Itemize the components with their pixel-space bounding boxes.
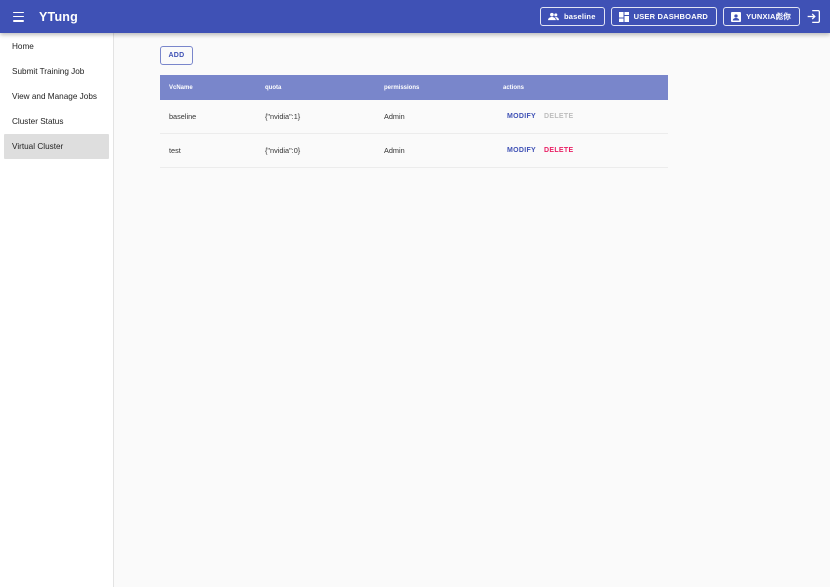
add-button[interactable]: ADD [160,46,193,65]
cell-permissions: Admin [384,112,405,121]
column-header-actions: actions [503,84,525,91]
column-header-vcname: VcName [169,84,193,91]
table-row: test {"nvidia":0} Admin MODIFY DELETE [160,134,668,168]
column-header-quota: quota [265,84,282,91]
sidebar-item-cluster-status[interactable]: Cluster Status [4,109,109,134]
user-account-button[interactable]: YUNXIA彪你 [723,7,800,26]
logout-icon[interactable] [807,9,821,24]
sidebar: Home Submit Training Job View and Manage… [0,33,114,587]
modify-button[interactable]: MODIFY [507,147,536,154]
cell-actions: MODIFY DELETE [503,113,668,120]
dashboard-icon [618,11,629,22]
table-header: VcName quota permissions actions [160,75,668,100]
app-bar-actions: baseline USER DASHBOARD YUNXIA彪你 [534,7,821,26]
cell-quota: {"nvidia":1} [265,112,301,121]
app-bar: YTung baseline USER DASHBOARD YUNXIA彪你 [0,0,830,33]
user-dashboard-button[interactable]: USER DASHBOARD [610,7,718,26]
sidebar-item-view-and-manage-jobs[interactable]: View and Manage Jobs [4,84,109,109]
sidebar-item-virtual-cluster[interactable]: Virtual Cluster [4,134,109,159]
team-button-label: baseline [563,12,596,21]
cell-quota: {"nvidia":0} [265,146,301,155]
team-button[interactable]: baseline [539,7,605,26]
delete-button[interactable]: DELETE [544,147,573,154]
modify-button[interactable]: MODIFY [507,113,536,120]
app-title: YTung [39,9,78,24]
virtual-cluster-table: VcName quota permissions actions baselin… [160,75,668,168]
sidebar-item-home[interactable]: Home [4,34,109,59]
sidebar-item-submit-training-job[interactable]: Submit Training Job [4,59,109,84]
cell-permissions: Admin [384,146,405,155]
main-content: ADD VcName quota permissions actions bas… [160,46,668,168]
table-row: baseline {"nvidia":1} Admin MODIFY DELET… [160,100,668,134]
delete-button-disabled: DELETE [544,113,574,120]
column-header-permissions: permissions [384,84,420,91]
cell-vcname: baseline [169,112,197,121]
menu-icon[interactable] [13,10,31,24]
user-dashboard-label: USER DASHBOARD [633,12,709,21]
account-box-icon [731,11,742,22]
cell-actions: MODIFY DELETE [503,147,668,154]
cell-vcname: test [169,146,181,155]
people-icon [547,12,559,21]
user-account-label: YUNXIA彪你 [746,12,791,21]
